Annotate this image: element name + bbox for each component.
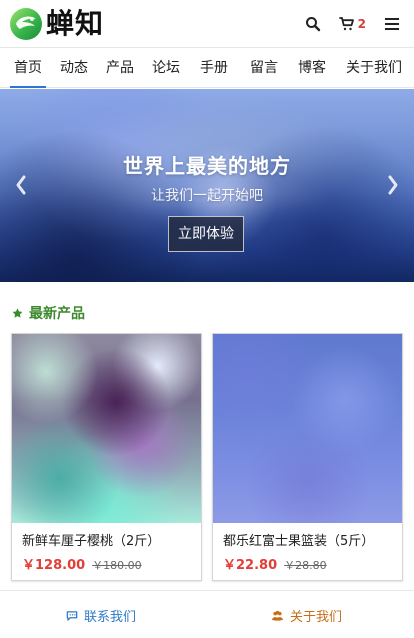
menu-icon <box>385 18 399 30</box>
price-row: ￥128.00 ￥180.00 <box>22 554 142 573</box>
product-price: ￥22.80 <box>223 558 278 573</box>
chevron-right-icon <box>388 175 398 195</box>
about-us-label: 关于我们 <box>290 610 343 625</box>
about-us-link[interactable]: 关于我们 <box>270 606 342 625</box>
brand-name: 蝉知 <box>46 7 105 40</box>
product-image[interactable] <box>12 334 201 523</box>
product-price: ￥128.00 <box>22 558 86 573</box>
header-actions: 2 <box>305 0 400 48</box>
nav-item-forum[interactable]: 论坛 <box>148 48 184 88</box>
product-name[interactable]: 新鲜车厘子樱桃（2斤） <box>22 530 196 549</box>
nav-item-about[interactable]: 关于我们 <box>342 48 406 88</box>
search-button[interactable] <box>305 12 321 36</box>
top-navigation: 首页 动态 产品 论坛 手册 留言 博客 关于我们 <box>0 48 414 88</box>
nav-item-messages[interactable]: 留言 <box>246 48 282 88</box>
cart-count-badge: 2 <box>357 17 366 31</box>
nav-item-products[interactable]: 产品 <box>102 48 138 88</box>
menu-button[interactable] <box>384 12 400 36</box>
hero-title: 世界上最美的地方 <box>123 154 291 178</box>
star-icon <box>12 307 23 318</box>
nav-item-manual[interactable]: 手册 <box>196 48 232 88</box>
product-old-price: ￥180.00 <box>92 559 142 572</box>
hero-carousel: 世界上最美的地方 让我们一起开始吧 立即体验 <box>0 89 414 282</box>
price-row: ￥22.80 ￥28.80 <box>223 554 327 573</box>
contact-us-link[interactable]: 联系我们 <box>65 606 136 625</box>
nav-item-dynamic[interactable]: 动态 <box>56 48 92 88</box>
header: 蝉知 2 <box>0 0 414 48</box>
cart-button[interactable]: 2 <box>338 12 366 36</box>
product-card[interactable]: 都乐红富士果篮装（5斤） ￥22.80 ￥28.80 <box>212 333 403 581</box>
nav-item-home[interactable]: 首页 <box>10 48 46 88</box>
product-image[interactable] <box>213 334 402 523</box>
section-title: 最新产品 <box>11 304 85 322</box>
users-icon <box>271 610 284 621</box>
carousel-next-button[interactable] <box>384 173 402 197</box>
logo-icon <box>10 8 42 40</box>
contact-us-label: 联系我们 <box>84 610 137 625</box>
hero-subtitle: 让我们一起开始吧 <box>151 188 263 204</box>
chat-icon <box>66 610 78 621</box>
section-title-text: 最新产品 <box>29 306 85 322</box>
brand-logo[interactable]: 蝉知 <box>8 6 104 42</box>
hero-cta-button[interactable]: 立即体验 <box>168 216 244 252</box>
search-icon <box>305 17 320 32</box>
product-name[interactable]: 都乐红富士果篮装（5斤） <box>223 530 397 549</box>
product-card[interactable]: 新鲜车厘子樱桃（2斤） ￥128.00 ￥180.00 <box>11 333 202 581</box>
cart-icon <box>338 17 354 31</box>
product-old-price: ￥28.80 <box>284 559 327 572</box>
footer: 联系我们 关于我们 <box>0 590 414 638</box>
nav-item-blog[interactable]: 博客 <box>294 48 330 88</box>
